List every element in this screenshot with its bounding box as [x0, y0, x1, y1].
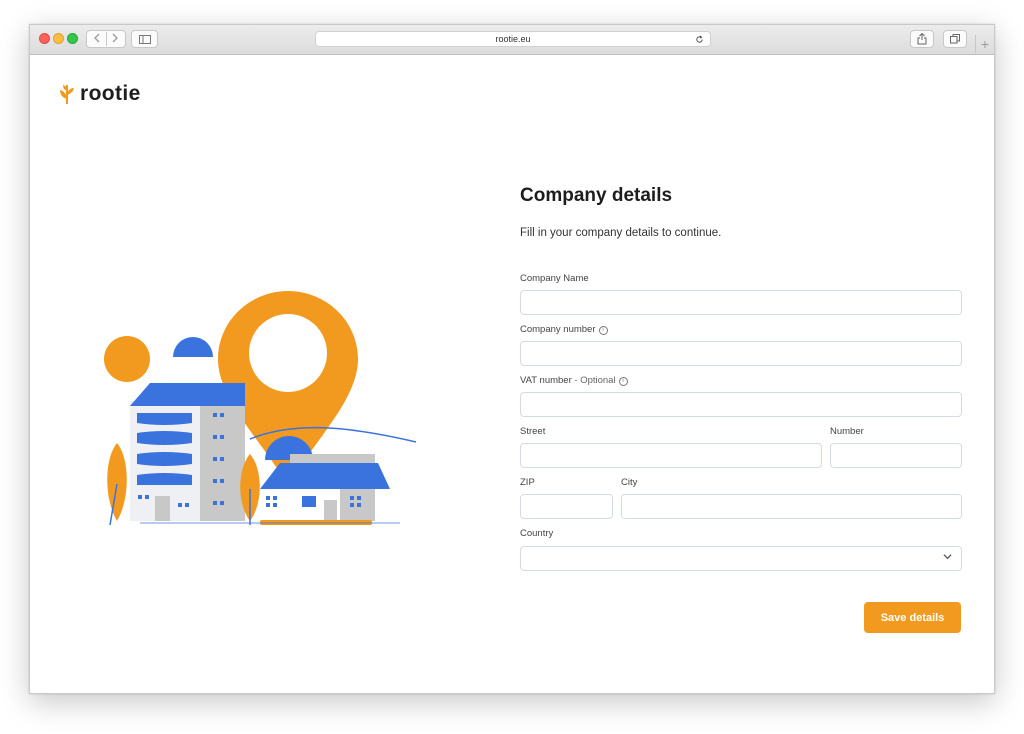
zip-field[interactable] [520, 494, 613, 519]
number-field[interactable] [830, 443, 962, 468]
save-details-button[interactable]: Save details [864, 602, 961, 633]
city-label: City [621, 477, 637, 488]
company-details-form: Company details Fill in your company det… [520, 185, 962, 633]
page-subtitle: Fill in your company details to continue… [520, 227, 722, 239]
company-number-label-text: Company number [520, 324, 596, 335]
number-label: Number [830, 426, 864, 437]
minimize-window-button[interactable] [53, 33, 64, 44]
number-label-text: Number [830, 426, 864, 437]
new-tab-button[interactable]: + [975, 35, 994, 53]
country-label-text: Country [520, 528, 554, 539]
rootie-logo[interactable]: rootie [58, 82, 141, 106]
vat-number-label-text: VAT number [520, 375, 572, 386]
reload-icon[interactable] [695, 32, 704, 49]
country-select[interactable] [520, 546, 962, 571]
vat-number-field[interactable] [520, 392, 962, 417]
city-field[interactable] [621, 494, 962, 519]
street-field[interactable] [520, 443, 822, 468]
page-title: Company details [520, 185, 673, 206]
history-nav-group [86, 30, 126, 48]
company-number-field[interactable] [520, 341, 962, 366]
zoom-window-button[interactable] [67, 33, 78, 44]
company-number-label: Company number i [520, 324, 608, 335]
tabs-icon [950, 34, 960, 44]
city-location-illustration [104, 291, 417, 526]
info-icon[interactable]: i [598, 326, 608, 335]
street-label: Street [520, 426, 545, 437]
company-name-label: Company Name [520, 273, 589, 284]
share-button[interactable] [910, 30, 934, 48]
wheat-icon [60, 85, 74, 104]
zip-label: ZIP [520, 477, 535, 488]
city-label-text: City [621, 477, 638, 488]
browser-window: rootie.eu + rootie Company details Fill … [29, 24, 995, 694]
browser-toolbar: rootie.eu + [30, 25, 994, 55]
close-window-button[interactable] [39, 33, 50, 44]
address-bar[interactable]: rootie.eu [315, 31, 711, 47]
zip-label-text: ZIP [520, 477, 535, 488]
back-icon[interactable] [87, 32, 106, 46]
company-name-label-text: Company Name [520, 273, 589, 284]
share-icon [917, 33, 927, 45]
country-label: Country [520, 528, 553, 539]
street-label-text: Street [520, 426, 546, 437]
sidebar-icon [138, 34, 151, 44]
sidebar-toggle-button[interactable] [131, 30, 158, 48]
brand-name: rootie [80, 82, 141, 105]
info-icon[interactable]: i [618, 377, 628, 386]
vat-number-label: VAT number - Optional i [520, 375, 628, 386]
url-text: rootie.eu [495, 34, 531, 44]
tabs-overview-button[interactable] [943, 30, 967, 48]
optional-hint: - Optional [571, 375, 616, 386]
forward-icon[interactable] [106, 32, 125, 46]
nav-divider [106, 32, 107, 46]
company-name-field[interactable] [520, 290, 962, 315]
chevron-down-icon [943, 554, 952, 560]
